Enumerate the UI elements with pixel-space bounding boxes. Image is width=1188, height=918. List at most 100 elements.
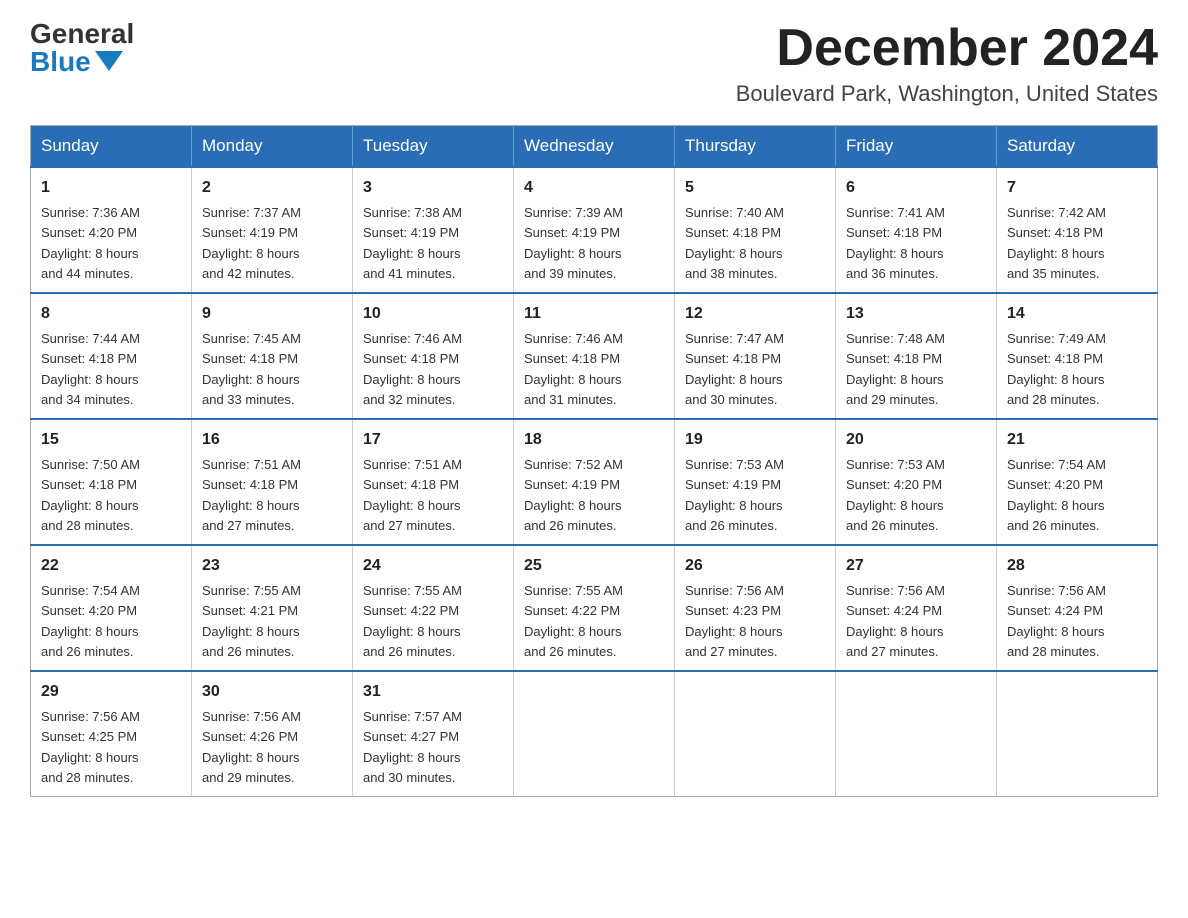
calendar-day-cell: 3 Sunrise: 7:38 AMSunset: 4:19 PMDayligh… bbox=[353, 167, 514, 293]
calendar-day-cell: 7 Sunrise: 7:42 AMSunset: 4:18 PMDayligh… bbox=[997, 167, 1158, 293]
day-info: Sunrise: 7:40 AMSunset: 4:18 PMDaylight:… bbox=[685, 205, 784, 281]
calendar-day-cell: 5 Sunrise: 7:40 AMSunset: 4:18 PMDayligh… bbox=[675, 167, 836, 293]
calendar-day-cell: 13 Sunrise: 7:48 AMSunset: 4:18 PMDaylig… bbox=[836, 293, 997, 419]
calendar-day-cell: 19 Sunrise: 7:53 AMSunset: 4:19 PMDaylig… bbox=[675, 419, 836, 545]
calendar-day-cell: 1 Sunrise: 7:36 AMSunset: 4:20 PMDayligh… bbox=[31, 167, 192, 293]
calendar-day-cell: 17 Sunrise: 7:51 AMSunset: 4:18 PMDaylig… bbox=[353, 419, 514, 545]
calendar-week-row: 1 Sunrise: 7:36 AMSunset: 4:20 PMDayligh… bbox=[31, 167, 1158, 293]
calendar-week-row: 15 Sunrise: 7:50 AMSunset: 4:18 PMDaylig… bbox=[31, 419, 1158, 545]
calendar-day-cell: 6 Sunrise: 7:41 AMSunset: 4:18 PMDayligh… bbox=[836, 167, 997, 293]
calendar-day-cell: 8 Sunrise: 7:44 AMSunset: 4:18 PMDayligh… bbox=[31, 293, 192, 419]
header-saturday: Saturday bbox=[997, 126, 1158, 168]
day-number: 29 bbox=[41, 680, 181, 704]
day-number: 9 bbox=[202, 302, 342, 326]
day-info: Sunrise: 7:54 AMSunset: 4:20 PMDaylight:… bbox=[1007, 457, 1106, 533]
day-info: Sunrise: 7:50 AMSunset: 4:18 PMDaylight:… bbox=[41, 457, 140, 533]
day-info: Sunrise: 7:56 AMSunset: 4:26 PMDaylight:… bbox=[202, 709, 301, 785]
day-number: 20 bbox=[846, 428, 986, 452]
day-number: 4 bbox=[524, 176, 664, 200]
title-area: December 2024 Boulevard Park, Washington… bbox=[736, 20, 1158, 107]
day-info: Sunrise: 7:51 AMSunset: 4:18 PMDaylight:… bbox=[363, 457, 462, 533]
calendar-week-row: 8 Sunrise: 7:44 AMSunset: 4:18 PMDayligh… bbox=[31, 293, 1158, 419]
day-info: Sunrise: 7:54 AMSunset: 4:20 PMDaylight:… bbox=[41, 583, 140, 659]
day-info: Sunrise: 7:41 AMSunset: 4:18 PMDaylight:… bbox=[846, 205, 945, 281]
calendar-title: December 2024 bbox=[736, 20, 1158, 77]
day-info: Sunrise: 7:38 AMSunset: 4:19 PMDaylight:… bbox=[363, 205, 462, 281]
header-thursday: Thursday bbox=[675, 126, 836, 168]
calendar-day-cell: 28 Sunrise: 7:56 AMSunset: 4:24 PMDaylig… bbox=[997, 545, 1158, 671]
day-info: Sunrise: 7:56 AMSunset: 4:24 PMDaylight:… bbox=[846, 583, 945, 659]
day-number: 13 bbox=[846, 302, 986, 326]
day-info: Sunrise: 7:51 AMSunset: 4:18 PMDaylight:… bbox=[202, 457, 301, 533]
header: General Blue December 2024 Boulevard Par… bbox=[30, 20, 1158, 107]
day-number: 25 bbox=[524, 554, 664, 578]
day-info: Sunrise: 7:36 AMSunset: 4:20 PMDaylight:… bbox=[41, 205, 140, 281]
calendar-day-cell: 2 Sunrise: 7:37 AMSunset: 4:19 PMDayligh… bbox=[192, 167, 353, 293]
day-info: Sunrise: 7:56 AMSunset: 4:23 PMDaylight:… bbox=[685, 583, 784, 659]
calendar-day-cell bbox=[675, 671, 836, 797]
day-number: 15 bbox=[41, 428, 181, 452]
day-number: 1 bbox=[41, 176, 181, 200]
day-info: Sunrise: 7:42 AMSunset: 4:18 PMDaylight:… bbox=[1007, 205, 1106, 281]
day-number: 19 bbox=[685, 428, 825, 452]
logo-triangle-icon bbox=[95, 51, 123, 71]
day-number: 31 bbox=[363, 680, 503, 704]
calendar-day-cell: 18 Sunrise: 7:52 AMSunset: 4:19 PMDaylig… bbox=[514, 419, 675, 545]
day-number: 18 bbox=[524, 428, 664, 452]
calendar-day-cell: 20 Sunrise: 7:53 AMSunset: 4:20 PMDaylig… bbox=[836, 419, 997, 545]
day-info: Sunrise: 7:48 AMSunset: 4:18 PMDaylight:… bbox=[846, 331, 945, 407]
calendar-day-cell bbox=[836, 671, 997, 797]
header-friday: Friday bbox=[836, 126, 997, 168]
day-number: 5 bbox=[685, 176, 825, 200]
day-number: 30 bbox=[202, 680, 342, 704]
logo-blue-text: Blue bbox=[30, 48, 123, 76]
day-number: 26 bbox=[685, 554, 825, 578]
day-info: Sunrise: 7:46 AMSunset: 4:18 PMDaylight:… bbox=[524, 331, 623, 407]
day-number: 11 bbox=[524, 302, 664, 326]
day-info: Sunrise: 7:52 AMSunset: 4:19 PMDaylight:… bbox=[524, 457, 623, 533]
day-number: 6 bbox=[846, 176, 986, 200]
day-info: Sunrise: 7:45 AMSunset: 4:18 PMDaylight:… bbox=[202, 331, 301, 407]
calendar-day-cell: 26 Sunrise: 7:56 AMSunset: 4:23 PMDaylig… bbox=[675, 545, 836, 671]
day-number: 14 bbox=[1007, 302, 1147, 326]
logo-general-text: General bbox=[30, 20, 134, 48]
calendar-day-cell: 4 Sunrise: 7:39 AMSunset: 4:19 PMDayligh… bbox=[514, 167, 675, 293]
day-number: 3 bbox=[363, 176, 503, 200]
day-number: 27 bbox=[846, 554, 986, 578]
calendar-day-cell: 14 Sunrise: 7:49 AMSunset: 4:18 PMDaylig… bbox=[997, 293, 1158, 419]
logo: General Blue bbox=[30, 20, 134, 76]
day-number: 17 bbox=[363, 428, 503, 452]
calendar-day-cell: 10 Sunrise: 7:46 AMSunset: 4:18 PMDaylig… bbox=[353, 293, 514, 419]
day-number: 23 bbox=[202, 554, 342, 578]
day-number: 8 bbox=[41, 302, 181, 326]
calendar-day-cell bbox=[514, 671, 675, 797]
calendar-week-row: 29 Sunrise: 7:56 AMSunset: 4:25 PMDaylig… bbox=[31, 671, 1158, 797]
day-info: Sunrise: 7:44 AMSunset: 4:18 PMDaylight:… bbox=[41, 331, 140, 407]
calendar-day-cell: 15 Sunrise: 7:50 AMSunset: 4:18 PMDaylig… bbox=[31, 419, 192, 545]
day-info: Sunrise: 7:49 AMSunset: 4:18 PMDaylight:… bbox=[1007, 331, 1106, 407]
calendar-day-cell: 9 Sunrise: 7:45 AMSunset: 4:18 PMDayligh… bbox=[192, 293, 353, 419]
calendar-day-cell: 11 Sunrise: 7:46 AMSunset: 4:18 PMDaylig… bbox=[514, 293, 675, 419]
calendar-day-cell: 23 Sunrise: 7:55 AMSunset: 4:21 PMDaylig… bbox=[192, 545, 353, 671]
calendar-day-cell: 31 Sunrise: 7:57 AMSunset: 4:27 PMDaylig… bbox=[353, 671, 514, 797]
calendar-week-row: 22 Sunrise: 7:54 AMSunset: 4:20 PMDaylig… bbox=[31, 545, 1158, 671]
day-number: 10 bbox=[363, 302, 503, 326]
day-info: Sunrise: 7:39 AMSunset: 4:19 PMDaylight:… bbox=[524, 205, 623, 281]
header-monday: Monday bbox=[192, 126, 353, 168]
calendar-day-cell: 25 Sunrise: 7:55 AMSunset: 4:22 PMDaylig… bbox=[514, 545, 675, 671]
day-number: 22 bbox=[41, 554, 181, 578]
day-info: Sunrise: 7:53 AMSunset: 4:20 PMDaylight:… bbox=[846, 457, 945, 533]
header-tuesday: Tuesday bbox=[353, 126, 514, 168]
calendar-day-cell: 29 Sunrise: 7:56 AMSunset: 4:25 PMDaylig… bbox=[31, 671, 192, 797]
calendar-day-cell: 24 Sunrise: 7:55 AMSunset: 4:22 PMDaylig… bbox=[353, 545, 514, 671]
calendar-day-cell: 16 Sunrise: 7:51 AMSunset: 4:18 PMDaylig… bbox=[192, 419, 353, 545]
calendar-header-row: SundayMondayTuesdayWednesdayThursdayFrid… bbox=[31, 126, 1158, 168]
calendar-day-cell: 21 Sunrise: 7:54 AMSunset: 4:20 PMDaylig… bbox=[997, 419, 1158, 545]
day-number: 21 bbox=[1007, 428, 1147, 452]
day-info: Sunrise: 7:55 AMSunset: 4:22 PMDaylight:… bbox=[524, 583, 623, 659]
calendar-day-cell: 22 Sunrise: 7:54 AMSunset: 4:20 PMDaylig… bbox=[31, 545, 192, 671]
calendar-day-cell: 12 Sunrise: 7:47 AMSunset: 4:18 PMDaylig… bbox=[675, 293, 836, 419]
day-number: 12 bbox=[685, 302, 825, 326]
day-number: 16 bbox=[202, 428, 342, 452]
day-number: 28 bbox=[1007, 554, 1147, 578]
